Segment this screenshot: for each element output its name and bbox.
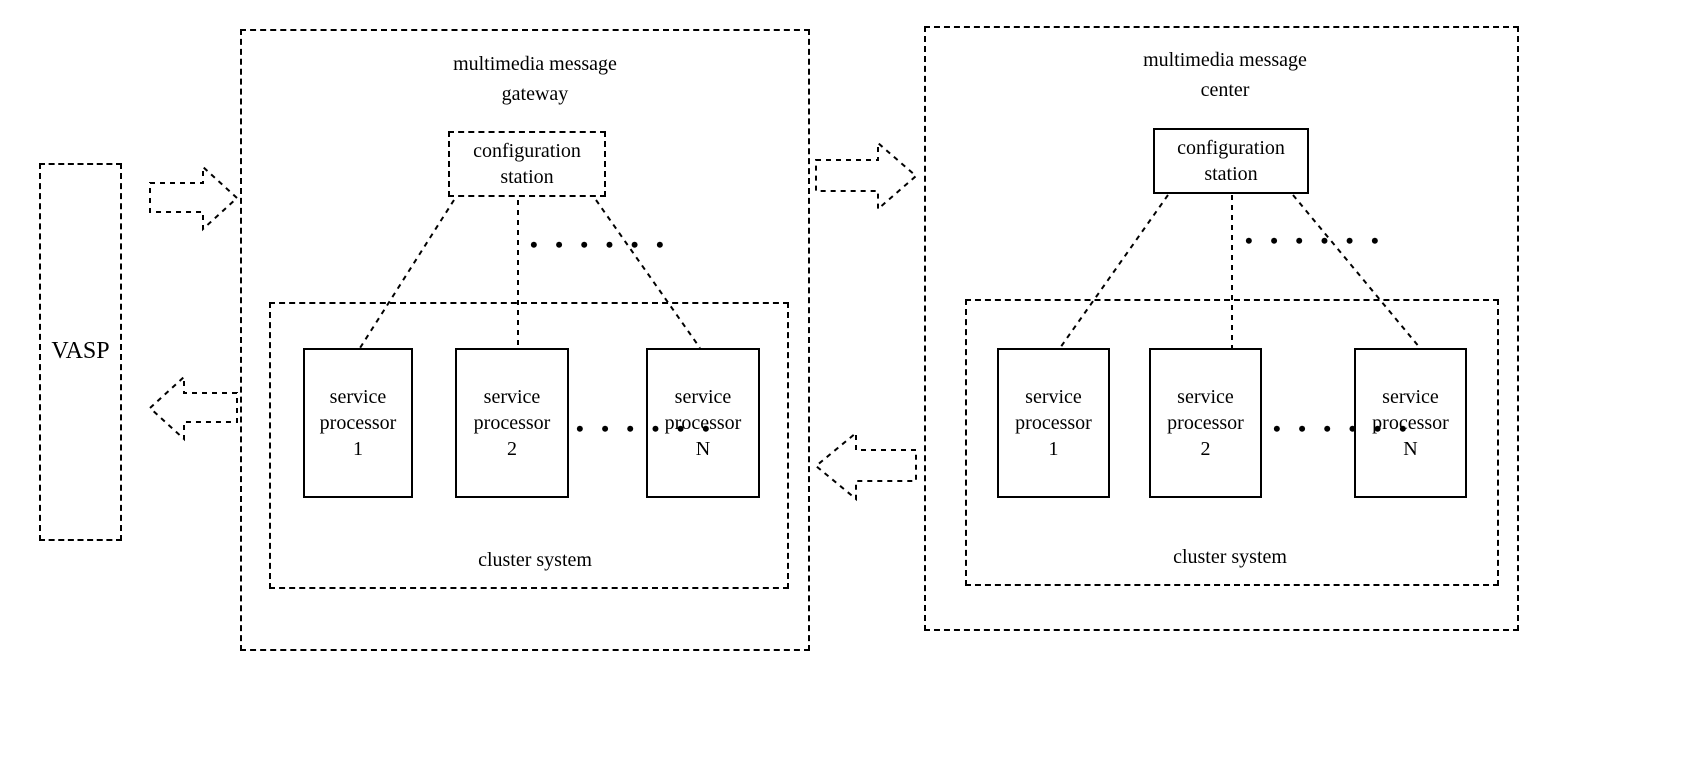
center-procN: service processor N <box>1354 348 1467 498</box>
gateway-proc1-label: service processor 1 <box>320 384 397 462</box>
center-proc2-label: service processor 2 <box>1167 384 1244 462</box>
center-title-1: multimedia message <box>1120 48 1330 72</box>
center-proc1: service processor 1 <box>997 348 1110 498</box>
center-config-l1: configuration <box>1177 135 1285 161</box>
gateway-proc2-label: service processor 2 <box>474 384 551 462</box>
gateway-title-1: multimedia message <box>430 52 640 76</box>
center-cluster-label: cluster system <box>1150 545 1310 569</box>
center-proc1-label: service processor 1 <box>1015 384 1092 462</box>
gateway-proc1: service processor 1 <box>303 348 413 498</box>
vasp-label: VASP <box>51 336 109 367</box>
center-config-dots: • • • • • • <box>1245 228 1385 254</box>
arrow-gateway-to-center <box>816 143 916 209</box>
gateway-config-l2: station <box>500 164 553 190</box>
center-config-box: configuration station <box>1153 128 1309 194</box>
gateway-proc2: service processor 2 <box>455 348 569 498</box>
arrow-gateway-to-vasp <box>150 377 237 439</box>
gateway-procN-label: service processor N <box>665 384 742 462</box>
gateway-config-dots: • • • • • • <box>530 232 670 258</box>
gateway-cluster-label: cluster system <box>455 548 615 572</box>
diagram-canvas: VASP multimedia message gateway configur… <box>0 0 1691 780</box>
arrow-vasp-to-gateway <box>150 167 237 229</box>
center-proc2: service processor 2 <box>1149 348 1262 498</box>
vasp-box: VASP <box>39 163 122 541</box>
gateway-config-l1: configuration <box>473 138 581 164</box>
arrow-center-to-gateway <box>816 433 916 499</box>
center-config-l2: station <box>1204 161 1257 187</box>
gateway-config-box: configuration station <box>448 131 606 197</box>
gateway-title-2: gateway <box>430 82 640 106</box>
gateway-procN: service processor N <box>646 348 760 498</box>
center-procN-label: service processor N <box>1372 384 1449 462</box>
center-title-2: center <box>1120 78 1330 102</box>
